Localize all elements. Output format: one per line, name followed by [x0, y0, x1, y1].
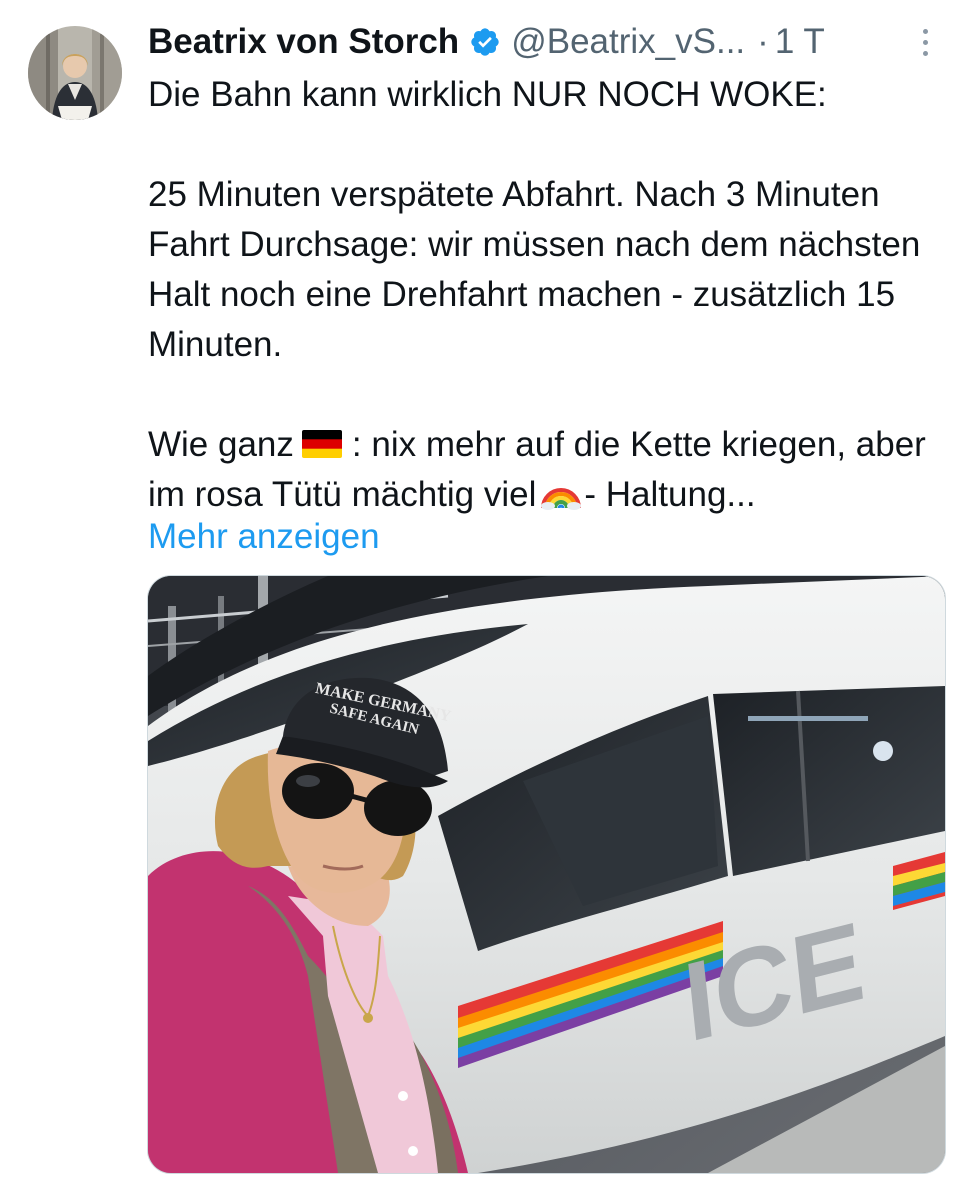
tweet-line-1: Die Bahn kann wirklich NUR NOCH WOKE: [148, 75, 827, 114]
author-handle[interactable]: @Beatrix_vS... [511, 22, 745, 62]
profile-photo [28, 26, 122, 120]
author-display-name[interactable]: Beatrix von Storch [148, 22, 459, 62]
tweet-paragraph-2: 25 Minuten verspätete Abfahrt. Nach 3 Mi… [148, 175, 921, 364]
tweet-text: Die Bahn kann wirklich NUR NOCH WOKE: 25… [148, 70, 948, 520]
tweet-header: Beatrix von Storch @Beatrix_vS... · 1 T [148, 18, 825, 66]
p3-part1: Wie ganz [148, 425, 294, 464]
p3-part3: - Haltung... [584, 475, 756, 514]
more-options-icon[interactable] [910, 22, 940, 62]
separator-dot: · [757, 22, 769, 61]
show-more-link[interactable]: Mehr anzeigen [148, 512, 380, 562]
tweet-paragraph-3: Wie ganz: nix mehr auf die Kette kriegen… [148, 420, 948, 520]
avatar[interactable] [28, 26, 122, 120]
tweet-media-image[interactable]: ICE MAKE GERMANY SAFE AGAIN [147, 575, 946, 1174]
german-flag-emoji [301, 422, 342, 458]
selfie-train-photo: ICE MAKE GERMANY SAFE AGAIN [148, 576, 945, 1173]
verified-badge-icon[interactable] [469, 26, 501, 58]
tweet-timestamp[interactable]: 1 T [775, 22, 825, 62]
rainbow-emoji [540, 474, 582, 510]
